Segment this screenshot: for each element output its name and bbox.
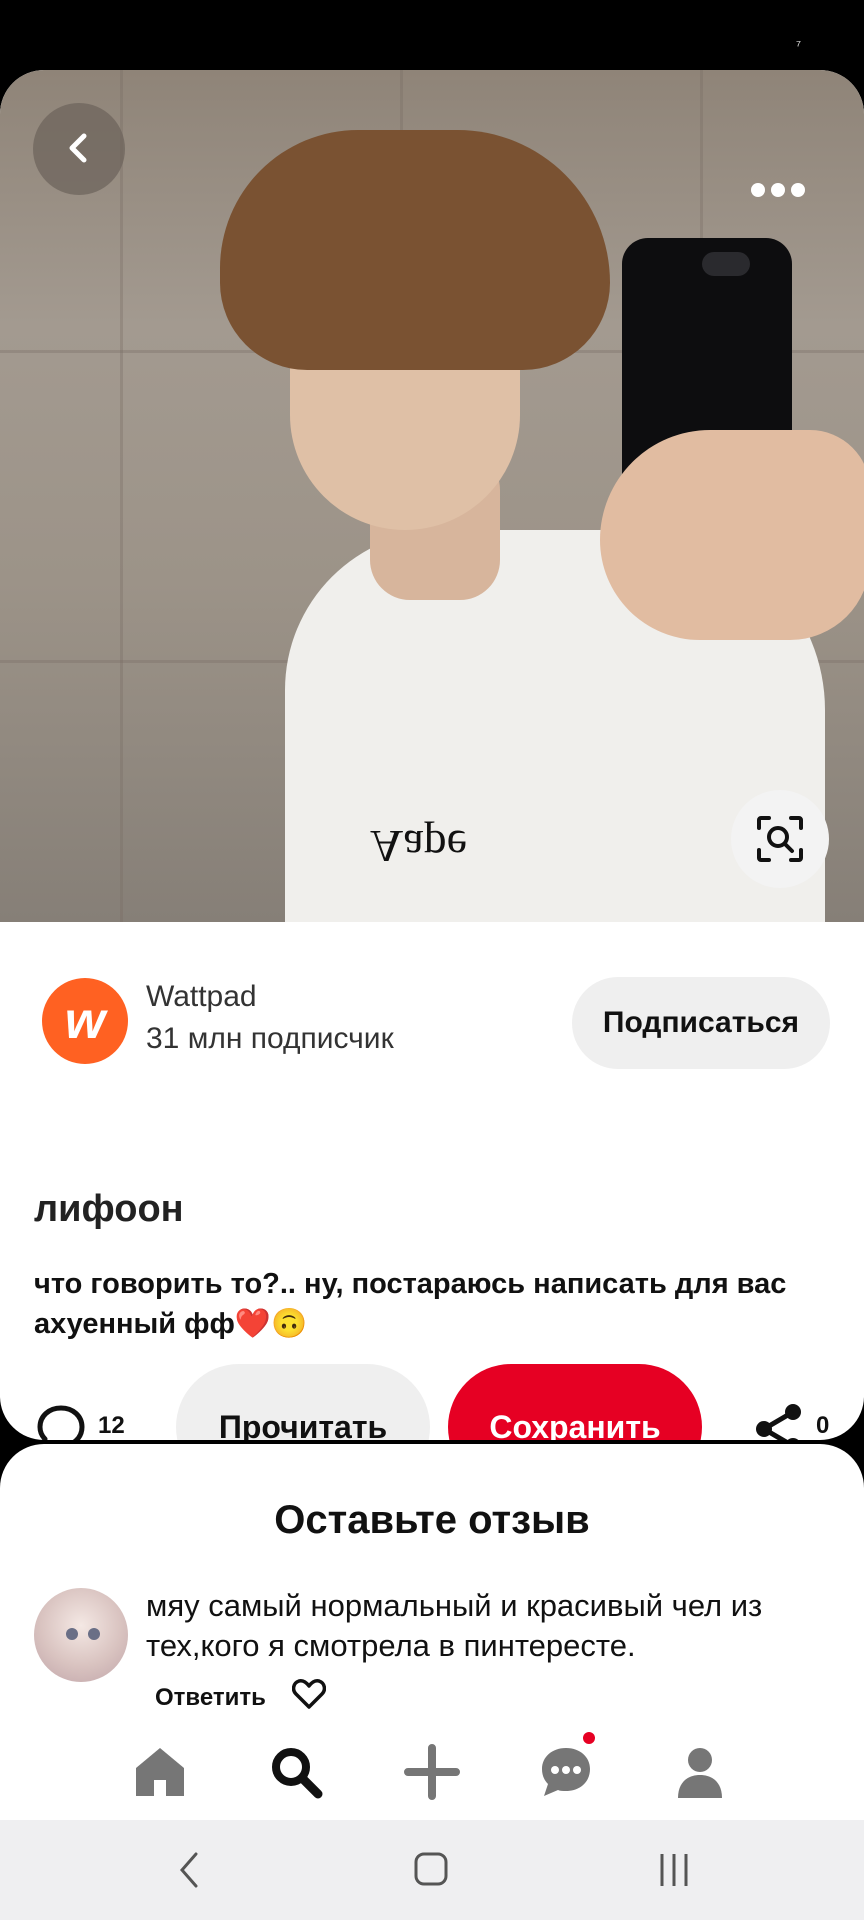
creator-subscribers: 31 млн подписчик xyxy=(146,1022,394,1055)
system-navigation-bar xyxy=(0,1820,864,1920)
wall-tile-line xyxy=(120,70,123,922)
reviewer-avatar[interactable] xyxy=(34,1588,128,1682)
phone-camera xyxy=(702,252,750,276)
more-options-button[interactable] xyxy=(742,175,812,215)
share-count: 0 xyxy=(816,1412,830,1439)
reviews-title: Оставьте отзыв xyxy=(274,1498,590,1542)
system-back-icon xyxy=(180,1852,198,1888)
notification-dot xyxy=(583,1732,595,1744)
system-home-button[interactable] xyxy=(412,1850,452,1895)
creator-avatar[interactable]: w xyxy=(42,978,128,1064)
creator-row: w Wattpad 31 млн подписчик Подписаться xyxy=(0,950,864,1070)
pin-detail-screen: ⁷ Aape w Wattpad 31 млн подписчик Подпис… xyxy=(0,0,864,1920)
save-button[interactable]: Сохранить xyxy=(448,1364,702,1440)
bottom-nav xyxy=(0,1720,864,1820)
nav-profile[interactable] xyxy=(670,1742,730,1802)
comment-count: 12 xyxy=(98,1412,125,1439)
system-recents-icon xyxy=(660,1854,688,1886)
read-button[interactable]: Прочитать xyxy=(176,1364,430,1440)
subscribe-button[interactable]: Подписаться xyxy=(572,977,830,1069)
like-button[interactable] xyxy=(291,1678,327,1715)
nav-search[interactable] xyxy=(266,1742,326,1802)
pin-card: Aape w Wattpad 31 млн подписчик Подписат… xyxy=(0,70,864,1440)
person-hand xyxy=(600,430,864,640)
heart-icon xyxy=(291,1679,327,1709)
avatar-eye xyxy=(88,1628,100,1640)
review-text: мяу самый нормальный и красивый чел из т… xyxy=(146,1588,763,1663)
chat-icon xyxy=(542,1748,590,1796)
creator-name[interactable]: Wattpad xyxy=(146,980,257,1014)
pin-description: что говорить то?.. ну, постараюсь написа… xyxy=(34,1268,787,1340)
action-row: 12 Прочитать Сохранить 0 xyxy=(0,1362,864,1440)
nav-home[interactable] xyxy=(130,1742,190,1802)
visual-search-icon xyxy=(757,816,803,862)
nav-messages[interactable] xyxy=(536,1742,596,1802)
system-back-button[interactable] xyxy=(174,1850,204,1895)
search-icon xyxy=(272,1748,323,1799)
pin-image[interactable]: Aape xyxy=(0,70,864,922)
plus-icon xyxy=(404,1744,460,1800)
profile-icon xyxy=(678,1748,722,1798)
share-button[interactable] xyxy=(752,1402,806,1440)
back-button[interactable] xyxy=(33,103,125,195)
wattpad-logo: w xyxy=(64,992,106,1050)
signal-icon: ⁷ xyxy=(796,37,802,53)
more-dots-icon xyxy=(751,183,805,197)
share-icon xyxy=(756,1404,801,1440)
system-home-icon xyxy=(414,1852,448,1886)
system-recents-button[interactable] xyxy=(654,1850,694,1895)
nav-create[interactable] xyxy=(402,1742,462,1802)
status-bar: ⁷ xyxy=(0,0,864,70)
back-arrow-icon xyxy=(69,133,87,163)
comments-button[interactable] xyxy=(36,1404,86,1440)
person-hair xyxy=(220,130,610,370)
comment-bubble-icon xyxy=(37,1405,85,1440)
pin-title: лифоон xyxy=(34,1188,184,1230)
reply-button[interactable]: Ответить xyxy=(155,1684,266,1712)
visual-search-button[interactable] xyxy=(731,790,829,888)
shirt-print: Aape xyxy=(370,821,468,872)
home-icon xyxy=(136,1748,184,1796)
avatar-eye xyxy=(66,1628,78,1640)
